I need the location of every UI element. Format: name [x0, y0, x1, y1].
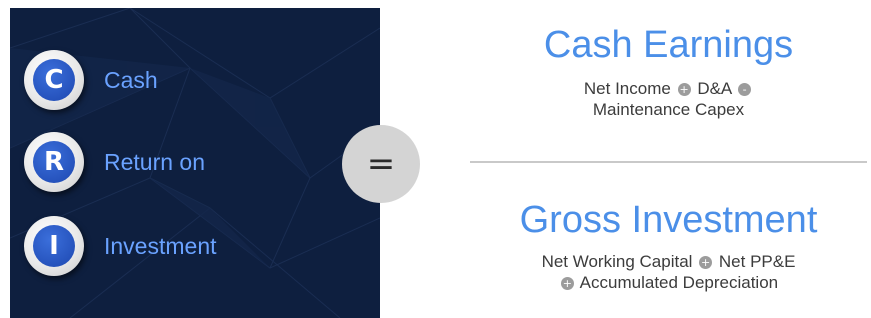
acronym-row-r: R Return on [24, 132, 205, 192]
plus-icon: + [560, 277, 574, 290]
fraction-divider [470, 161, 867, 163]
letter-r: R [33, 141, 75, 183]
letter-c: C [33, 59, 75, 101]
minus-icon: - [738, 83, 752, 96]
net-ppe-text: Net PP&E [718, 252, 796, 271]
acronym-row-i: I Investment [24, 216, 217, 276]
da-text: D&A [697, 79, 732, 98]
gross-investment-formula-line2: + Accumulated Depreciation [470, 272, 867, 293]
acronym-row-c: C Cash [24, 50, 158, 110]
net-working-capital-text: Net Working Capital [541, 252, 693, 271]
letter-i: I [33, 225, 75, 267]
cash-earnings-title: Cash Earnings [543, 24, 794, 66]
equals-icon: = [342, 125, 420, 203]
letter-badge-c: C [24, 50, 84, 110]
plus-icon: + [677, 83, 691, 96]
croi-acronym-panel: C Cash R Return on I Investment [10, 8, 380, 318]
gross-investment-formula-line1: Net Working Capital + Net PP&E [470, 251, 867, 272]
label-return-on: Return on [104, 148, 206, 175]
accumulated-depreciation-text: Accumulated Depreciation [579, 273, 779, 292]
denominator-block: Gross Investment Net Working Capital + N… [470, 201, 867, 293]
letter-badge-r: R [24, 132, 84, 192]
numerator-block: Cash Earnings Net Income + D&A - Mainten… [470, 26, 867, 120]
cash-earnings-formula-line1: Net Income + D&A - [470, 78, 867, 99]
net-income-text: Net Income [583, 79, 671, 98]
equals-sign: = [366, 144, 396, 184]
label-investment: Investment [104, 232, 217, 259]
maintenance-capex-text: Maintenance Capex [592, 100, 745, 119]
letter-badge-i: I [24, 216, 84, 276]
gross-investment-title: Gross Investment [519, 199, 818, 241]
label-cash: Cash [104, 66, 158, 93]
plus-icon: + [699, 256, 713, 269]
